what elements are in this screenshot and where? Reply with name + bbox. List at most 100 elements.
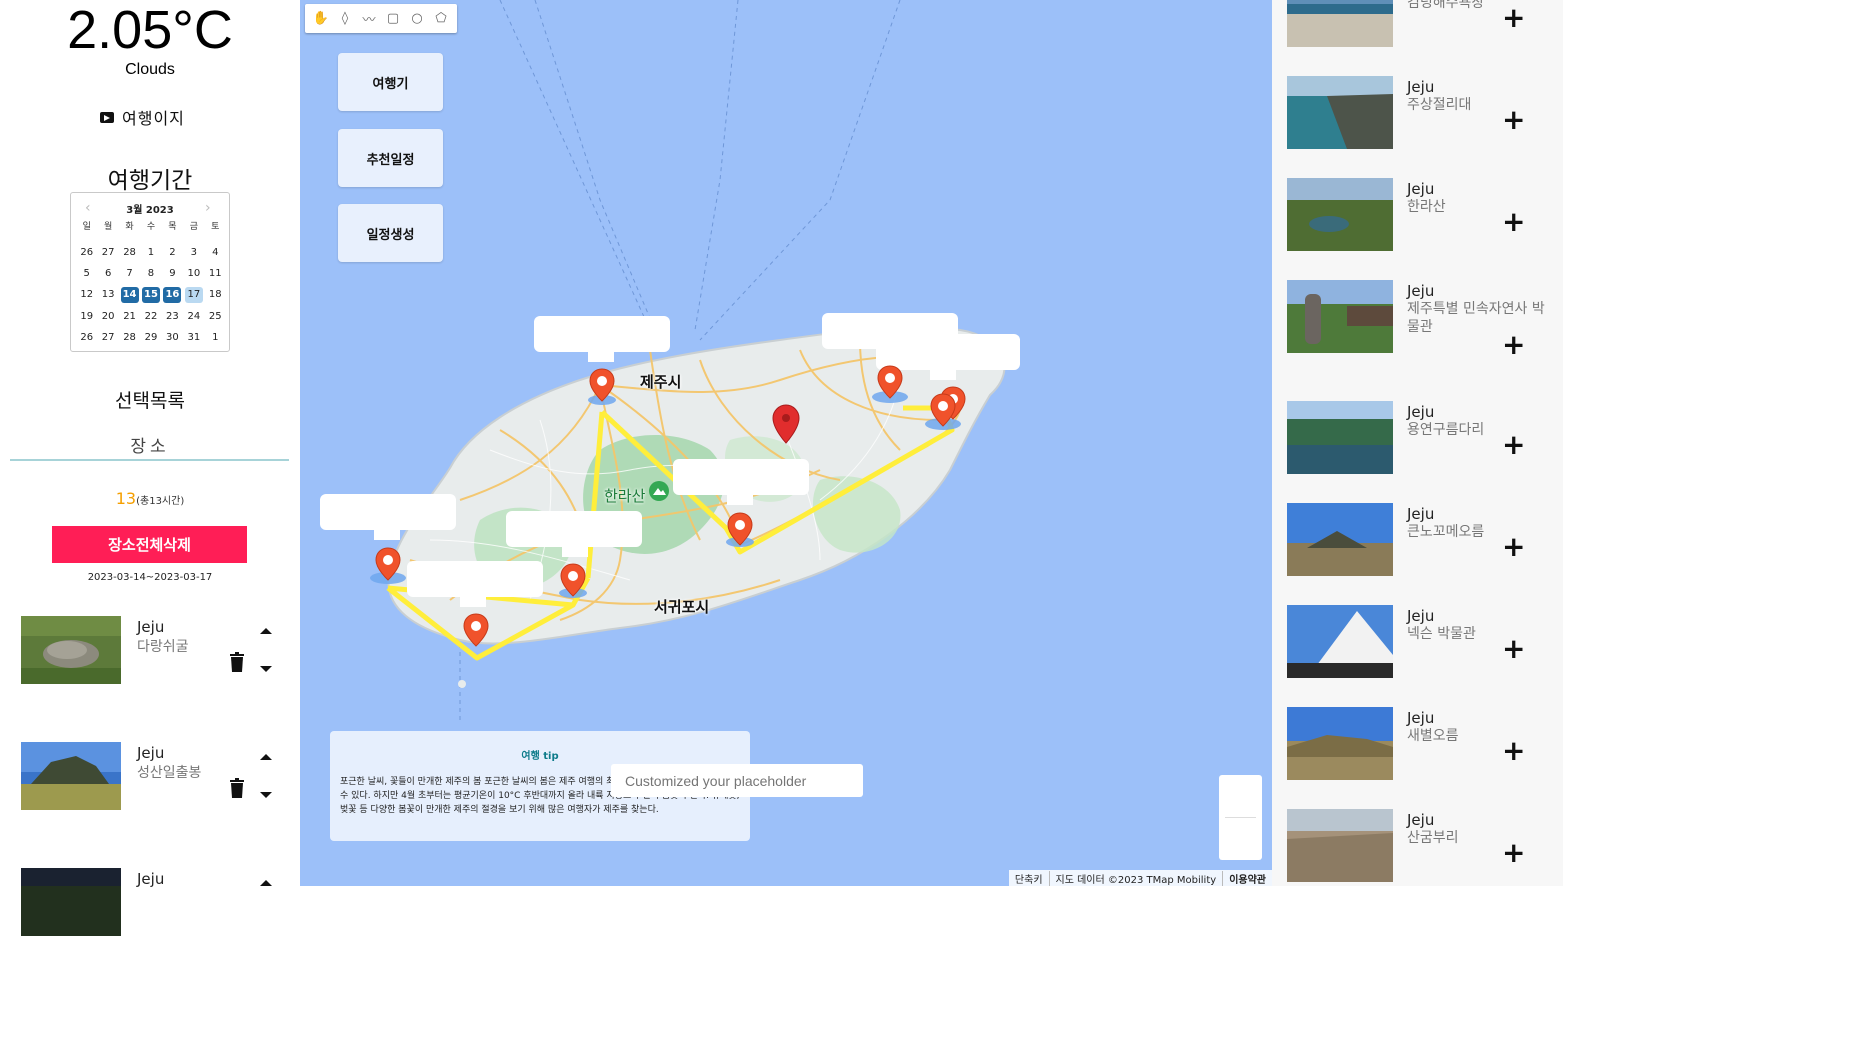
- calendar-cell: 21: [119, 309, 140, 325]
- calendar-day[interactable]: 17: [184, 287, 203, 304]
- calendar-cell: 30: [162, 330, 183, 346]
- calendar-day[interactable]: 15: [141, 287, 160, 304]
- place-count-detail: (총13시간): [136, 496, 185, 507]
- calendar-day[interactable]: 11: [206, 266, 224, 282]
- tab-places[interactable]: 장소: [0, 432, 300, 457]
- place-search-input[interactable]: [611, 764, 863, 797]
- weekday-label: 금: [189, 222, 198, 232]
- calendar-day[interactable]: 26: [78, 245, 96, 261]
- place-name: 큰노꼬메오름: [1407, 524, 1485, 540]
- calendar-day[interactable]: 7: [121, 266, 139, 282]
- trash-icon[interactable]: [229, 652, 245, 672]
- calendar-day[interactable]: 16: [163, 287, 182, 304]
- map-pin-icon[interactable]: [463, 613, 489, 647]
- current-location-pin-icon[interactable]: [772, 404, 800, 444]
- terms-link[interactable]: 이용약관: [1222, 870, 1272, 886]
- calendar-cell: 4: [205, 245, 226, 261]
- move-down-icon[interactable]: [260, 792, 272, 798]
- map-pin-icon[interactable]: [877, 365, 903, 399]
- calendar-day[interactable]: 5: [78, 266, 96, 282]
- calendar-day[interactable]: 28: [121, 330, 139, 346]
- calendar-day[interactable]: 27: [99, 245, 117, 261]
- map-pin-icon[interactable]: [727, 512, 753, 546]
- delete-all-places-button[interactable]: 장소전체삭제: [52, 526, 247, 563]
- move-up-icon[interactable]: [260, 754, 272, 760]
- marker-icon[interactable]: ◊: [336, 10, 354, 28]
- calendar-day[interactable]: 1: [206, 330, 224, 346]
- calendar-day[interactable]: 8: [142, 266, 160, 282]
- next-month-chevron-icon[interactable]: ›: [205, 201, 215, 215]
- list-item: Jeju 용연구름다리 +: [1287, 401, 1563, 475]
- move-down-icon[interactable]: [260, 666, 272, 672]
- calendar-cell: 2: [162, 245, 183, 261]
- calendar-day[interactable]: 1: [142, 245, 160, 261]
- polyline-icon[interactable]: 〰: [360, 10, 378, 28]
- place-city: Jeju: [1407, 403, 1435, 421]
- calendar-day[interactable]: 28: [121, 245, 139, 261]
- calendar-day[interactable]: 25: [206, 309, 224, 325]
- calendar-day[interactable]: 10: [185, 266, 203, 282]
- shortcut-link[interactable]: 단축키: [1009, 871, 1049, 886]
- list-item: Jeju 산굼부리 +: [1287, 809, 1563, 883]
- polygon-icon[interactable]: ⬠: [432, 10, 450, 28]
- calendar-day[interactable]: 30: [163, 330, 181, 346]
- rectangle-icon[interactable]: ▢: [384, 10, 402, 28]
- map-pin-icon[interactable]: [375, 547, 401, 581]
- calendar-day[interactable]: 4: [206, 245, 224, 261]
- add-place-plus-icon[interactable]: +: [1502, 4, 1525, 32]
- calendar-day[interactable]: 6: [99, 266, 117, 282]
- calendar-day[interactable]: 24: [185, 309, 203, 325]
- calendar-cell: 28: [119, 330, 140, 346]
- map-pin-icon[interactable]: [589, 368, 615, 402]
- add-place-plus-icon[interactable]: +: [1502, 431, 1525, 459]
- calendar-day[interactable]: 23: [163, 309, 181, 325]
- map-data-credit: 지도 데이터 ©2023 TMap Mobility: [1048, 870, 1223, 886]
- map-pin-icon[interactable]: [560, 563, 586, 597]
- list-item: Jeju 한라산 +: [1287, 178, 1563, 252]
- place-thumbnail: [21, 742, 121, 810]
- calendar-day[interactable]: 19: [78, 309, 96, 325]
- add-place-plus-icon[interactable]: +: [1502, 533, 1525, 561]
- move-up-icon[interactable]: [260, 880, 272, 886]
- calendar-day[interactable]: 27: [99, 330, 117, 346]
- place-thumbnail: [1287, 809, 1393, 882]
- circle-icon[interactable]: ○: [408, 10, 426, 28]
- calendar-cell: 27: [97, 330, 118, 346]
- recommend-schedule-button[interactable]: 추천일정: [338, 129, 443, 187]
- calendar-day[interactable]: 29: [142, 330, 160, 346]
- calendar-day[interactable]: 20: [99, 309, 117, 325]
- trip-log-button[interactable]: 여행기: [338, 53, 443, 111]
- place-name: 용연구름다리: [1407, 422, 1485, 438]
- hand-icon[interactable]: ✋: [312, 10, 330, 28]
- calendar-cell: 1: [140, 245, 161, 261]
- calendar-day[interactable]: 13: [99, 287, 117, 303]
- map-label-hallasan: 한라산: [604, 487, 646, 505]
- add-place-plus-icon[interactable]: +: [1502, 635, 1525, 663]
- calendar-day[interactable]: 2: [163, 245, 181, 261]
- calendar-day[interactable]: 21: [121, 309, 139, 325]
- calendar-day[interactable]: 14: [120, 287, 139, 304]
- calendar-day[interactable]: 31: [185, 330, 203, 346]
- calendar-day[interactable]: 22: [142, 309, 160, 325]
- create-schedule-button[interactable]: 일정생성: [338, 204, 443, 262]
- logo[interactable]: 여행이지: [100, 106, 210, 128]
- zoom-control[interactable]: [1219, 775, 1262, 860]
- add-place-plus-icon[interactable]: +: [1502, 106, 1525, 134]
- place-city: Jeju: [1407, 180, 1435, 198]
- add-place-plus-icon[interactable]: +: [1502, 839, 1525, 867]
- calendar-day[interactable]: 3: [185, 245, 203, 261]
- calendar-cell: 15: [140, 287, 161, 304]
- add-place-plus-icon[interactable]: +: [1502, 737, 1525, 765]
- add-place-plus-icon[interactable]: +: [1502, 208, 1525, 236]
- map-pin-icon[interactable]: [930, 393, 956, 427]
- add-place-plus-icon[interactable]: +: [1502, 331, 1525, 359]
- left-panel: 2.05°C Clouds 여행이지 여행기간 ‹ 3월 2023 › 일월화수…: [0, 0, 300, 1053]
- calendar-day[interactable]: 18: [206, 287, 224, 303]
- calendar-day[interactable]: 9: [163, 266, 181, 282]
- calendar-day[interactable]: 26: [78, 330, 96, 346]
- calendar-day[interactable]: 12: [78, 287, 96, 303]
- map[interactable]: ✋ ◊ 〰 ▢ ○ ⬠ 여행기 추천일정 일정생성 제주시 한라산 서귀포시 여…: [300, 0, 1272, 886]
- calendar-cell: 7: [119, 266, 140, 282]
- trash-icon[interactable]: [229, 778, 245, 798]
- move-up-icon[interactable]: [260, 628, 272, 634]
